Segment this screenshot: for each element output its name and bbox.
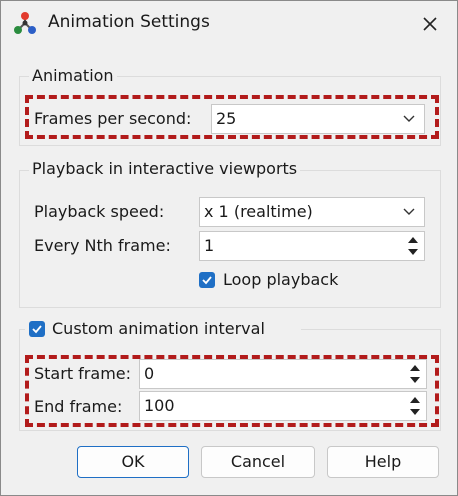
window-title: Animation Settings (48, 12, 210, 32)
animation-group-title: Animation (29, 66, 117, 86)
fps-highlight (25, 95, 439, 139)
close-icon (423, 17, 437, 31)
every-nth-frame-value: 1 (204, 236, 215, 255)
cancel-button[interactable]: Cancel (201, 446, 315, 478)
spin-up-icon[interactable] (408, 237, 418, 243)
custom-interval-checkbox[interactable] (29, 321, 45, 337)
loop-playback-checkbox[interactable] (199, 272, 215, 288)
ok-button[interactable]: OK (77, 446, 189, 478)
playback-speed-value: x 1 (realtime) (204, 202, 313, 221)
title-bar: Animation Settings (1, 1, 457, 45)
playback-group-title: Playback in interactive viewports (29, 159, 301, 179)
animation-settings-dialog: Animation Settings Animation Frames per … (0, 0, 458, 496)
app-logo-icon (14, 12, 36, 34)
help-button[interactable]: Help (327, 446, 439, 478)
interval-group-header: Custom animation interval (25, 319, 301, 341)
custom-interval-label: Custom animation interval (52, 319, 265, 338)
chevron-down-icon (403, 208, 415, 215)
interval-highlight (25, 355, 439, 427)
spin-arrows[interactable] (404, 232, 424, 260)
playback-speed-label: Playback speed: (34, 202, 165, 221)
spin-down-icon[interactable] (408, 249, 418, 255)
checkmark-icon (32, 325, 42, 334)
loop-playback-label: Loop playback (223, 270, 339, 289)
playback-speed-combobox[interactable]: x 1 (realtime) (199, 197, 425, 227)
every-nth-frame-label: Every Nth frame: (34, 236, 171, 255)
checkmark-icon (202, 276, 212, 285)
close-button[interactable] (417, 11, 443, 37)
every-nth-frame-spinbox[interactable]: 1 (199, 231, 425, 261)
